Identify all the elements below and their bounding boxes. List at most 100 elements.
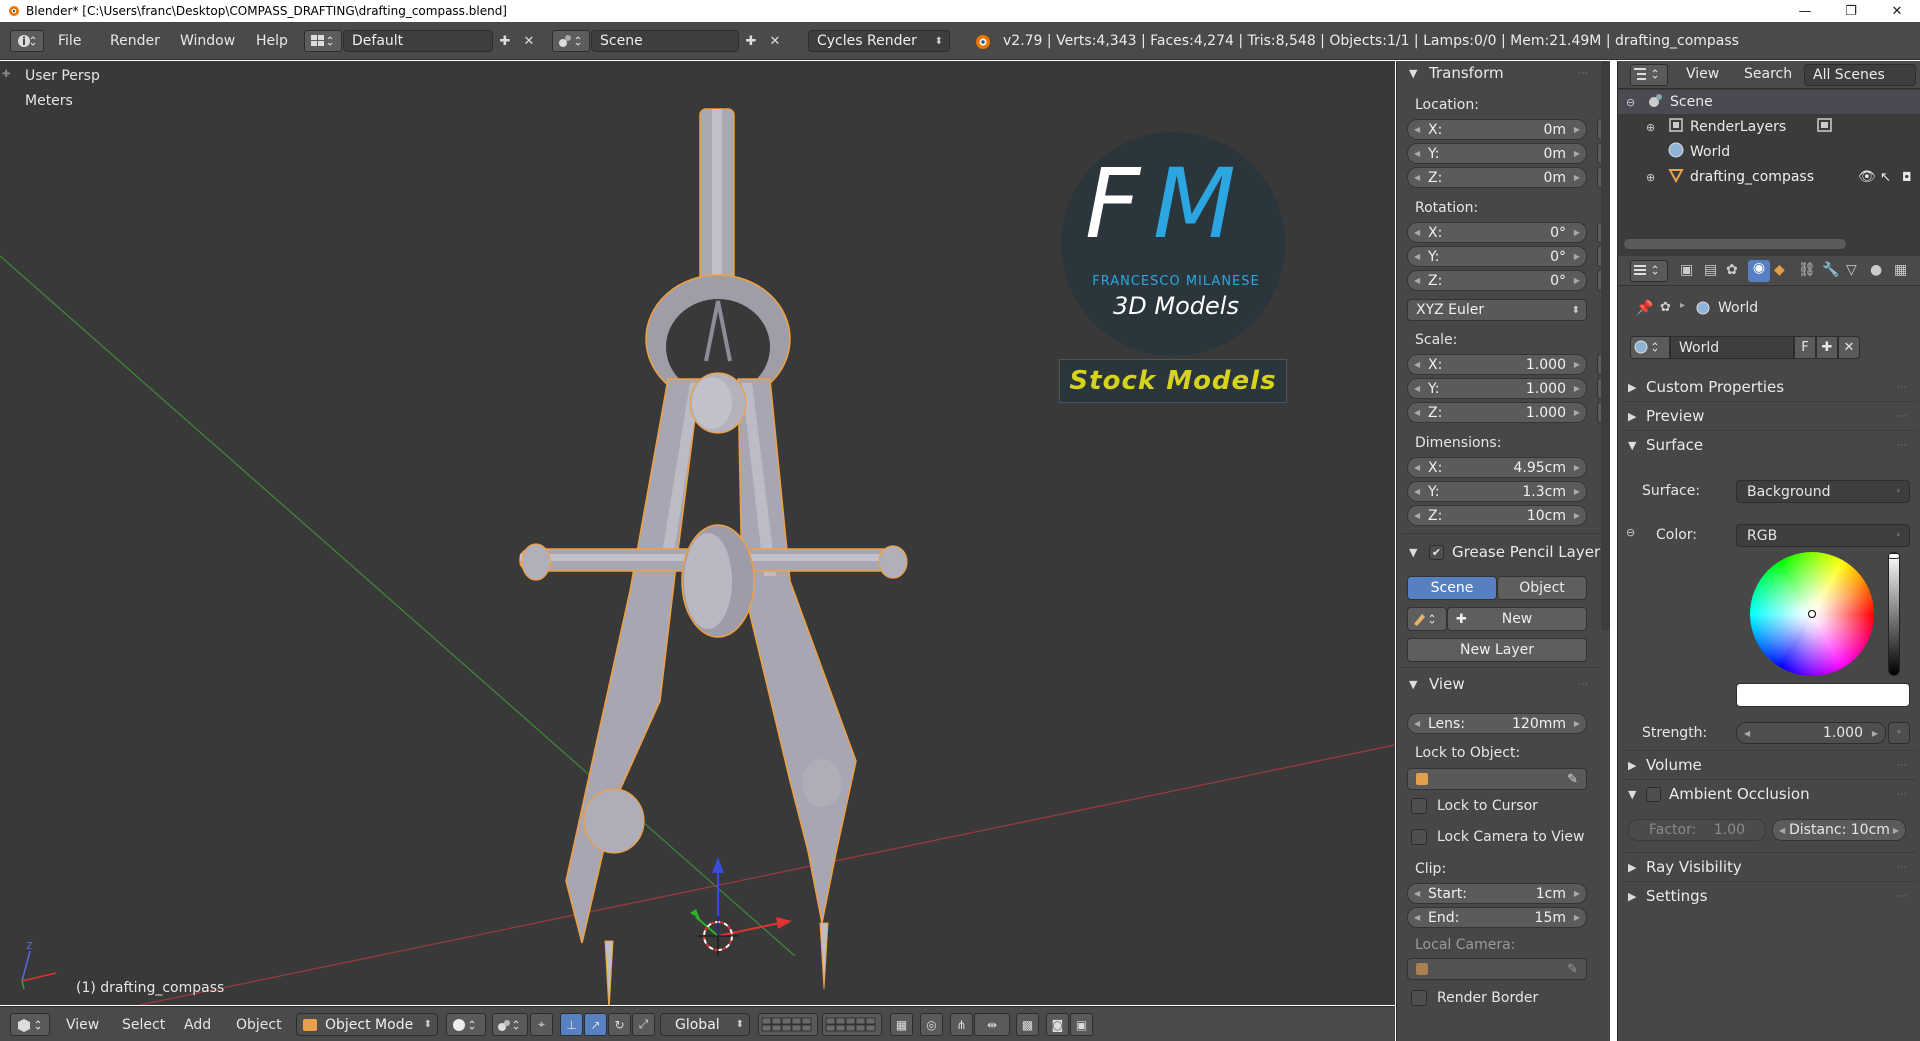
grease-pencil-panel-header[interactable]: ▼ ✔ Grease Pencil Layer xyxy=(1397,540,1610,564)
location-z-field[interactable]: ◀ Z: 0m ▶ xyxy=(1407,167,1587,188)
surface-section[interactable]: ▼ Surface ⋯ xyxy=(1618,432,1918,458)
color-swatch[interactable] xyxy=(1736,683,1910,707)
object-tab-icon[interactable]: ◆ xyxy=(1774,262,1785,278)
material-tab-icon[interactable]: ● xyxy=(1870,262,1882,278)
scale-z-field[interactable]: ◀ Z: 1.000 ▶ xyxy=(1407,402,1587,423)
menu-help[interactable]: Help xyxy=(252,33,292,49)
rotate-manipulator-icon[interactable]: ↻ xyxy=(608,1013,631,1036)
local-camera-field[interactable]: ✎ xyxy=(1407,958,1587,980)
panel-grip-icon[interactable]: ⋯ xyxy=(1897,382,1908,393)
ao-distance-field[interactable]: ◀ Distanc: 10cm ▶ xyxy=(1772,819,1906,841)
outliner-display-mode-select[interactable]: All Scenes xyxy=(1804,64,1916,86)
color-input-select[interactable]: RGB ◦ xyxy=(1736,524,1910,547)
rotation-z-field[interactable]: ◀ Z: 0° ▶ xyxy=(1407,270,1587,291)
expand-icon[interactable]: ⊕ xyxy=(1646,121,1655,134)
layer-manager-icon[interactable]: ▦ xyxy=(890,1013,913,1036)
transform-panel-header[interactable]: ▼ Transform ⋯ xyxy=(1397,61,1597,85)
volume-section[interactable]: ▶ Volume ⋯ xyxy=(1618,752,1918,778)
snap-toggle-icon[interactable]: ⋔ xyxy=(950,1013,973,1036)
data-tab-icon[interactable]: ▽ xyxy=(1846,262,1857,278)
screen-layout-field[interactable]: Default xyxy=(343,30,493,52)
ambient-occlusion-section[interactable]: ▼ Ambient Occlusion ⋯ xyxy=(1618,781,1918,807)
render-tab-icon[interactable]: ▣ xyxy=(1680,262,1693,278)
properties-editor-type-button[interactable] xyxy=(1630,260,1668,282)
settings-section[interactable]: ▶ Settings ⋯ xyxy=(1618,883,1918,909)
outliner-horizontal-scrollbar[interactable] xyxy=(1624,239,1846,249)
panel-grip-icon[interactable]: ⋯ xyxy=(1897,862,1908,873)
preview-section[interactable]: ▶ Preview ⋯ xyxy=(1618,403,1918,429)
fake-user-button[interactable]: F xyxy=(1794,336,1816,359)
panel-grip-icon[interactable]: ⋯ xyxy=(1578,679,1589,690)
collapse-icon[interactable]: ⊖ xyxy=(1626,96,1635,109)
ray-visibility-section[interactable]: ▶ Ray Visibility ⋯ xyxy=(1618,854,1918,880)
render-border-checkbox[interactable] xyxy=(1411,990,1427,1006)
proportional-edit-icon[interactable]: ◎ xyxy=(920,1013,943,1036)
rotation-x-field[interactable]: ◀ X: 0° ▶ xyxy=(1407,222,1587,243)
remove-screen-icon[interactable]: ✕ xyxy=(518,30,540,52)
value-slider-handle[interactable] xyxy=(1888,553,1900,559)
viewport-shading-button[interactable] xyxy=(446,1013,486,1036)
rotation-mode-select[interactable]: XYZ Euler ⬍ xyxy=(1407,299,1587,321)
eyedropper-icon[interactable]: ✎ xyxy=(1567,962,1578,977)
world-name-field[interactable]: World xyxy=(1670,336,1794,359)
opengl-anim-icon[interactable]: ▣ xyxy=(1070,1013,1093,1036)
select-menu[interactable]: Select xyxy=(122,1017,165,1033)
menu-render[interactable]: Render xyxy=(106,33,164,49)
outliner-row-world[interactable]: World xyxy=(1618,140,1920,164)
decrement-icon[interactable]: ◀ xyxy=(1744,729,1750,738)
panel-grip-icon[interactable]: ⋯ xyxy=(1897,440,1908,451)
outliner-view-menu[interactable]: View xyxy=(1686,66,1719,82)
maximize-button[interactable]: ❐ xyxy=(1828,0,1874,22)
menu-file[interactable]: File xyxy=(54,33,85,49)
manipulator-center-icon[interactable]: ⌖ xyxy=(530,1013,553,1036)
world-browse-button[interactable] xyxy=(1630,336,1670,359)
clip-end-field[interactable]: ◀ End: 15m ▶ xyxy=(1407,907,1587,928)
layers-grid-1[interactable] xyxy=(758,1013,818,1036)
color-wheel-picker-icon[interactable] xyxy=(1808,610,1816,618)
menu-window[interactable]: Window xyxy=(176,33,239,49)
scale-manipulator-icon[interactable]: ⤢ xyxy=(632,1013,655,1036)
render-engine-select[interactable]: Cycles Render ⬍ xyxy=(808,30,950,52)
strength-socket-icon[interactable]: ◦ xyxy=(1888,722,1910,744)
ao-factor-field[interactable]: Factor: 1.00 xyxy=(1628,819,1766,841)
outliner-search-menu[interactable]: Search xyxy=(1744,66,1792,82)
dimensions-y-field[interactable]: ◀ Y: 1.3cm ▶ xyxy=(1407,481,1587,502)
npanel-scrollbar[interactable] xyxy=(1601,61,1610,631)
rotation-y-field[interactable]: ◀ Y: 0° ▶ xyxy=(1407,246,1587,267)
panel-grip-icon[interactable]: ⋯ xyxy=(1897,411,1908,422)
tab-grease-object[interactable]: Object xyxy=(1497,576,1587,600)
decrement-icon[interactable]: ◀ xyxy=(1779,826,1785,835)
new-layer-button[interactable]: New Layer xyxy=(1407,638,1587,662)
panel-grip-icon[interactable]: ⋯ xyxy=(1578,68,1589,79)
pin-icon[interactable]: 📌 xyxy=(1636,300,1653,316)
new-world-icon[interactable]: ✚ xyxy=(1816,336,1838,359)
outliner-row-drafting-compass[interactable]: ⊕ drafting_compass 👁 ↖ ◘ xyxy=(1618,165,1920,189)
strength-field[interactable]: ◀ 1.000 ▶ xyxy=(1736,722,1886,744)
clip-start-field[interactable]: ◀ Start: 1cm ▶ xyxy=(1407,883,1587,904)
lock-to-cursor-checkbox[interactable] xyxy=(1411,798,1427,814)
surface-shader-select[interactable]: Background ◦ xyxy=(1736,480,1910,503)
mode-select[interactable]: Object Mode ⬍ xyxy=(296,1013,438,1036)
editor-type-info-button[interactable] xyxy=(10,30,44,52)
render-layer-toggle-icon[interactable] xyxy=(1816,117,1834,137)
unlink-world-icon[interactable]: ✕ xyxy=(1838,336,1860,359)
value-slider[interactable] xyxy=(1888,552,1900,676)
increment-icon[interactable]: ▶ xyxy=(1893,826,1899,835)
screen-layout-icon-button[interactable] xyxy=(304,30,342,52)
socket-link-icon[interactable]: ⊖ xyxy=(1626,526,1635,539)
new-grease-pencil-button[interactable]: ✚ New xyxy=(1447,607,1587,631)
eyedropper-icon[interactable]: ✎ xyxy=(1567,772,1578,787)
add-scene-icon[interactable]: ✚ xyxy=(740,30,762,52)
minimize-button[interactable]: — xyxy=(1782,0,1828,22)
modifiers-tab-icon[interactable]: 🔧 xyxy=(1822,262,1839,278)
view-menu[interactable]: View xyxy=(66,1017,99,1033)
snap-element-icon[interactable]: ⇹ xyxy=(974,1013,1010,1036)
color-wheel[interactable] xyxy=(1750,552,1874,676)
transform-manipulator[interactable] xyxy=(690,857,792,937)
outliner-row-scene[interactable]: ⊖ Scene xyxy=(1618,90,1920,114)
opengl-render-icon[interactable]: ◙ xyxy=(1046,1013,1069,1036)
increment-icon[interactable]: ▶ xyxy=(1872,729,1878,738)
manipulator-toggle-icon[interactable]: ⊥ xyxy=(560,1013,583,1036)
panel-grip-icon[interactable]: ⋯ xyxy=(1897,760,1908,771)
lock-camera-checkbox[interactable] xyxy=(1411,829,1427,845)
